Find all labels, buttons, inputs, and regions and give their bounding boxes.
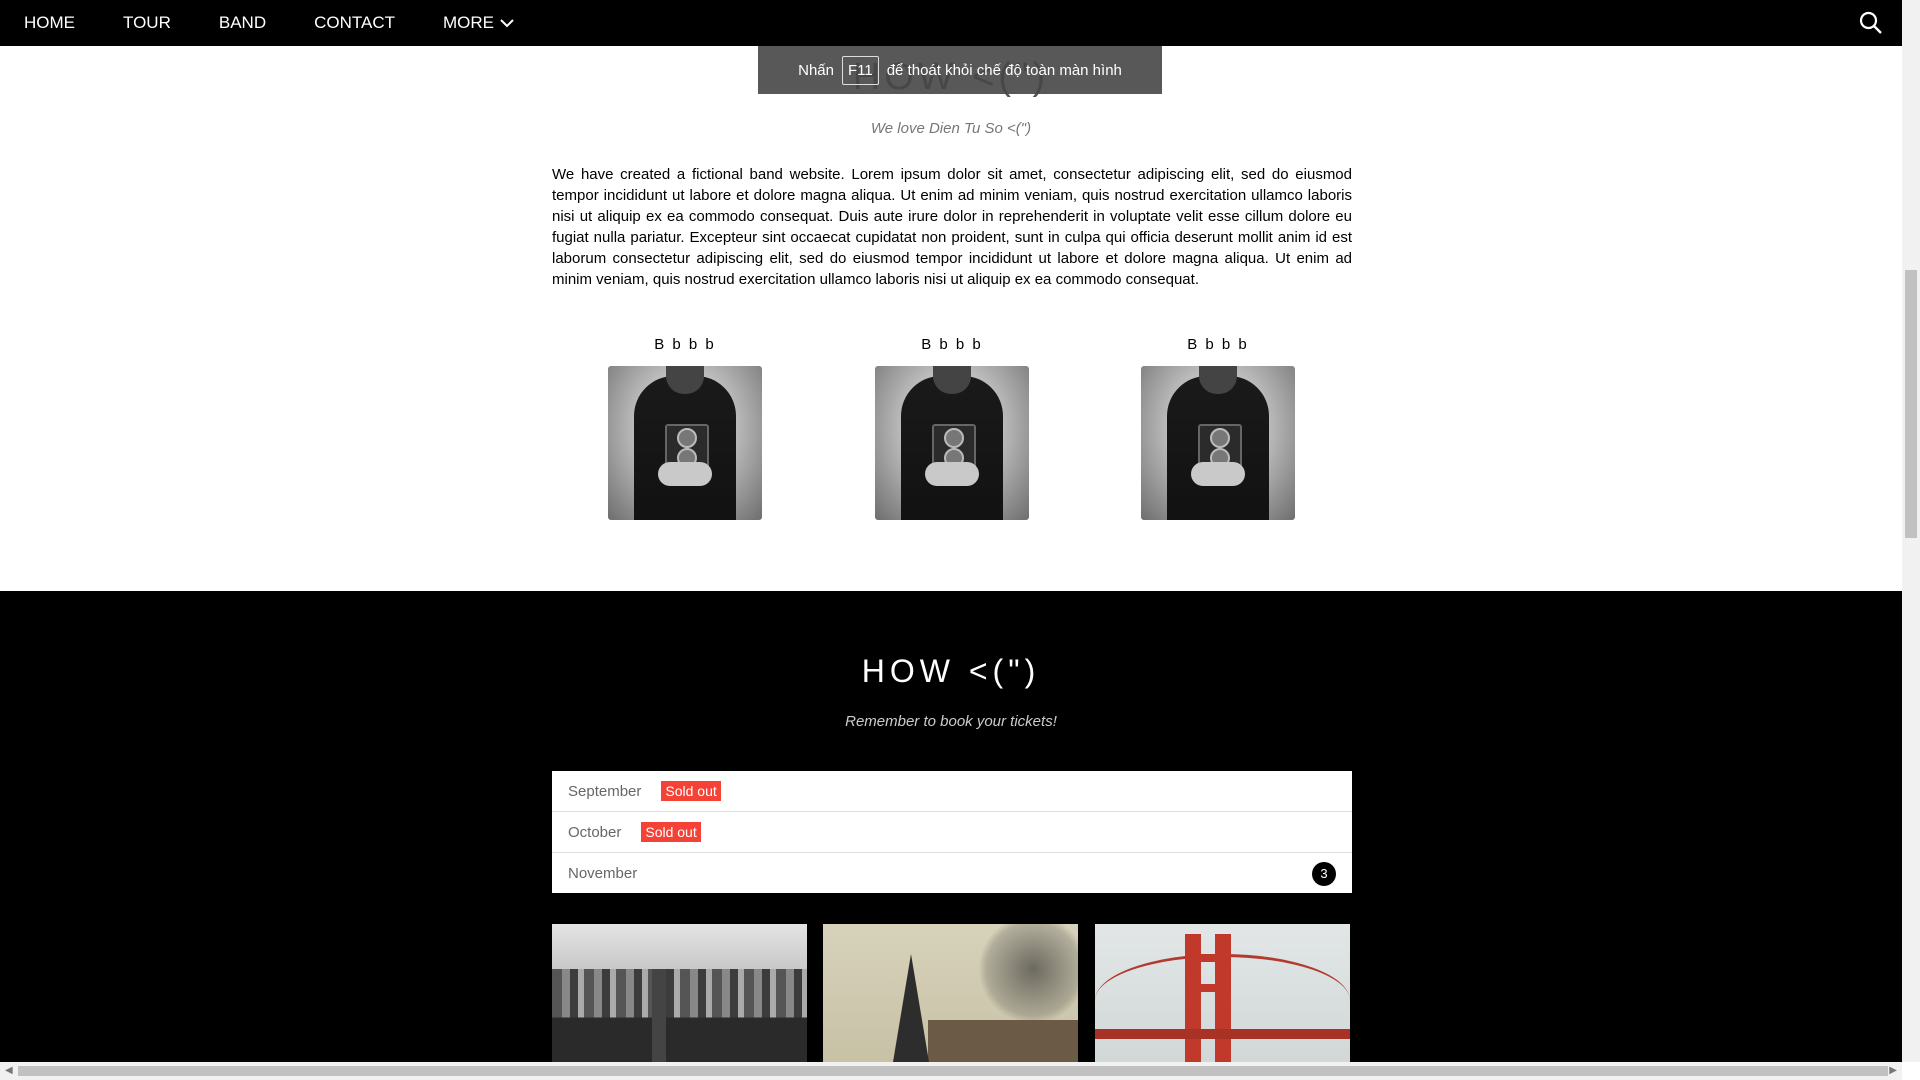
nav-home[interactable]: HOME bbox=[0, 0, 99, 46]
nav-band[interactable]: BAND bbox=[195, 0, 290, 46]
sold-out-badge: Sold out bbox=[641, 822, 701, 842]
ticket-row-september: September Sold out bbox=[552, 771, 1352, 812]
tour-section: HOW <(") Remember to book your tickets! … bbox=[0, 591, 1902, 1080]
nav-band-label: BAND bbox=[218, 13, 267, 32]
member-photo bbox=[1141, 366, 1295, 520]
nav-more[interactable]: MORE bbox=[419, 0, 538, 46]
city-image-paris bbox=[823, 924, 1078, 1080]
tour-title: HOW <(") bbox=[861, 653, 1041, 689]
toast-key: F11 bbox=[841, 55, 879, 85]
toast-prefix: Nhấn bbox=[798, 61, 834, 79]
member-card: B b b b bbox=[1141, 336, 1295, 520]
city-image-san-francisco bbox=[1095, 924, 1350, 1080]
member-name: B b b b bbox=[654, 336, 716, 353]
nav-tour[interactable]: TOUR bbox=[99, 0, 195, 46]
chevron-down-icon bbox=[500, 19, 514, 28]
ticket-month: November bbox=[568, 864, 638, 882]
ticket-row-october: October Sold out bbox=[552, 812, 1352, 853]
member-card: B b b b bbox=[608, 336, 762, 520]
nav-contact[interactable]: CONTACT bbox=[290, 0, 419, 46]
sold-out-badge: Sold out bbox=[661, 781, 721, 801]
band-tagline: We love Dien Tu So <(") bbox=[870, 120, 1032, 137]
vertical-scrollbar[interactable] bbox=[1902, 0, 1920, 1062]
scroll-left-arrow-icon[interactable]: ◀ bbox=[5, 1065, 13, 1076]
horizontal-scrollbar[interactable]: ◀ ▶ bbox=[0, 1062, 1902, 1080]
nav-contact-label: CONTACT bbox=[314, 13, 395, 32]
nav-tour-label: TOUR bbox=[123, 13, 171, 32]
member-name: B b b b bbox=[921, 336, 983, 353]
ticket-row-november: November 3 bbox=[552, 853, 1352, 893]
ticket-count-badge: 3 bbox=[1312, 862, 1336, 886]
vertical-scroll-thumb[interactable] bbox=[1905, 270, 1917, 538]
nav-home-label: HOME bbox=[24, 13, 75, 32]
ticket-month: September bbox=[568, 782, 642, 800]
tour-subtitle: Remember to book your tickets! bbox=[845, 713, 1057, 730]
search-icon[interactable] bbox=[1858, 10, 1884, 36]
band-section: We love Dien Tu So <(") We have created … bbox=[0, 46, 1902, 591]
top-navbar: HOME TOUR BAND CONTACT MORE bbox=[0, 0, 1902, 46]
member-name: B b b b bbox=[1187, 336, 1249, 353]
nav-more-label: MORE bbox=[443, 13, 494, 32]
member-photo bbox=[608, 366, 762, 520]
member-card: B b b b bbox=[875, 336, 1029, 520]
member-photo bbox=[875, 366, 1029, 520]
fullscreen-exit-toast: Nhấn F11 để thoát khỏi chế độ toàn màn h… bbox=[758, 46, 1162, 94]
ticket-list: September Sold out October Sold out Nove… bbox=[552, 771, 1352, 893]
horizontal-scroll-thumb[interactable] bbox=[18, 1066, 1888, 1076]
scroll-right-arrow-icon[interactable]: ▶ bbox=[1889, 1065, 1897, 1076]
toast-suffix: để thoát khỏi chế độ toàn màn hình bbox=[886, 61, 1122, 79]
band-about-text: We have created a fictional band website… bbox=[552, 166, 1352, 288]
ticket-month: October bbox=[568, 823, 622, 841]
city-image-new-york bbox=[552, 924, 807, 1080]
